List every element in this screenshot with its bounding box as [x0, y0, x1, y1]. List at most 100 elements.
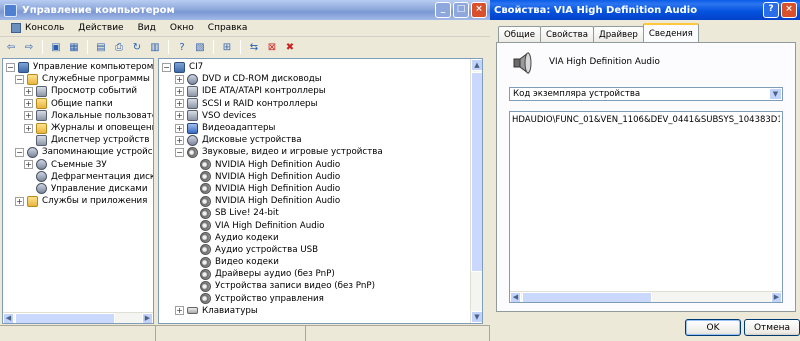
tree-node[interactable]: Аудио устройства USB	[159, 244, 482, 256]
collapse-icon[interactable]: −	[15, 74, 24, 84]
tab-driver[interactable]: Драйвер	[593, 26, 644, 42]
tree-node[interactable]: + Видеоадаптеры	[159, 122, 482, 134]
collapse-icon[interactable]: −	[175, 147, 184, 157]
expand-icon[interactable]: +	[175, 86, 184, 96]
tree-node[interactable]: Аудио кодеки	[159, 232, 482, 244]
maximize-button[interactable]: □	[453, 2, 469, 18]
scroll-down-icon[interactable]: ▼	[471, 311, 482, 323]
tree-node[interactable]: VIA High Definition Audio	[159, 219, 482, 232]
tree-node[interactable]: NVIDIA High Definition Audio	[159, 171, 482, 183]
tree-node[interactable]: − Управление компьютером (локаль	[3, 61, 153, 73]
expand-icon[interactable]: +	[24, 123, 33, 133]
cancel-button[interactable]: Отмена	[744, 319, 800, 336]
minimize-button[interactable]: _	[435, 2, 451, 18]
tree-node[interactable]: − CI7	[159, 61, 482, 73]
scroll-right-icon[interactable]: ▶	[142, 313, 153, 323]
tree-node[interactable]: + VSO devices	[159, 110, 482, 122]
expand-icon[interactable]: +	[175, 306, 184, 316]
expand-icon[interactable]: +	[175, 99, 184, 109]
device-manager-icon	[36, 134, 47, 146]
tree-node[interactable]: + IDE ATA/ATAPI контроллеры	[159, 85, 482, 97]
tab-details[interactable]: Сведения	[642, 23, 699, 42]
tree-node[interactable]: NVIDIA High Definition Audio	[159, 183, 482, 195]
expand-icon[interactable]: +	[24, 111, 33, 121]
back-icon[interactable]: ⇦	[4, 40, 18, 54]
scroll-left-icon[interactable]: ◀	[3, 313, 14, 323]
update-driver-icon[interactable]: ⇆	[247, 40, 261, 54]
tree-node[interactable]: NVIDIA High Definition Audio	[159, 195, 482, 207]
tree-node[interactable]: + Дисковые устройства	[159, 134, 482, 146]
scroll-right-icon[interactable]: ▶	[771, 292, 782, 302]
tab-properties[interactable]: Свойства	[540, 26, 595, 42]
tree-node[interactable]: SB Live! 24-bit	[159, 207, 482, 219]
right-vscrollbar[interactable]: ▲ ▼	[470, 59, 482, 323]
tree-node[interactable]: + Клавиатуры	[159, 305, 482, 317]
value-item[interactable]: HDAUDIO\FUNC_01&VEN_1106&DEV_0441&SUBSYS…	[512, 115, 780, 126]
refresh-icon[interactable]: ↻	[130, 40, 144, 54]
forward-icon[interactable]: ⇨	[22, 40, 36, 54]
collapse-icon[interactable]: −	[162, 62, 171, 72]
expand-icon[interactable]: +	[24, 86, 33, 96]
close-button[interactable]: ×	[471, 2, 487, 18]
properties-icon[interactable]: ▤	[94, 40, 108, 54]
tree-node[interactable]: + Просмотр событий	[3, 85, 153, 97]
expand-icon[interactable]: +	[175, 123, 184, 133]
menu-view[interactable]: Вид	[131, 23, 163, 33]
tree-node[interactable]: + DVD и CD-ROM дисководы	[159, 73, 482, 85]
tree-node[interactable]: + Службы и приложения	[3, 195, 153, 207]
help-icon[interactable]: ?	[175, 40, 189, 54]
menu-help[interactable]: Справка	[201, 23, 255, 33]
help-topic-icon[interactable]: ▧	[193, 40, 207, 54]
ok-button[interactable]: OK	[685, 319, 741, 336]
tree-node[interactable]: − Служебные программы	[3, 73, 153, 85]
expand-icon[interactable]: +	[24, 160, 33, 170]
scroll-up-icon[interactable]: ▲	[471, 59, 482, 71]
tree-node[interactable]: + Локальные пользователи	[3, 110, 153, 122]
menu-action[interactable]: Действие	[71, 23, 130, 33]
tree-node[interactable]: + Съемные ЗУ	[3, 159, 153, 171]
disable-device-icon[interactable]: ⊠	[265, 40, 279, 54]
tree-node[interactable]: Видео кодеки	[159, 256, 482, 268]
value-hscroll-thumb[interactable]	[522, 292, 652, 302]
tree-node[interactable]: − Запоминающие устройства	[3, 146, 153, 158]
export-icon[interactable]: ▥	[148, 40, 162, 54]
collapse-icon[interactable]: −	[15, 147, 24, 157]
value-list[interactable]: HDAUDIO\FUNC_01&VEN_1106&DEV_0441&SUBSYS…	[509, 111, 783, 303]
scan-hardware-icon[interactable]: ⊞	[220, 40, 234, 54]
value-hscrollbar[interactable]: ◀ ▶	[510, 291, 782, 302]
tab-general[interactable]: Общие	[498, 26, 542, 42]
right-vscroll-thumb[interactable]	[471, 72, 482, 272]
tree-node[interactable]: Управление дисками	[3, 183, 153, 195]
uninstall-device-icon[interactable]: ✖	[283, 40, 297, 54]
expand-icon[interactable]: +	[175, 111, 184, 121]
expand-icon[interactable]: +	[175, 74, 184, 84]
props-close-button[interactable]: ×	[781, 2, 797, 18]
props-titlebar[interactable]: Свойства: VIA High Definition Audio ? ×	[490, 0, 800, 20]
expand-icon[interactable]: +	[24, 99, 33, 109]
help-button[interactable]: ?	[763, 2, 779, 18]
tree-node[interactable]: Устройства записи видео (без PnP)	[159, 280, 482, 292]
menu-window[interactable]: Окно	[163, 23, 201, 33]
menu-console[interactable]: Консоль	[4, 23, 71, 33]
tree-node[interactable]: + Общие папки	[3, 98, 153, 110]
property-select[interactable]: Код экземпляра устройства ▼	[509, 87, 783, 101]
tree-node[interactable]: Диспетчер устройств	[3, 134, 153, 146]
tree-node[interactable]: NVIDIA High Definition Audio	[159, 159, 482, 171]
main-titlebar[interactable]: Управление компьютером _ □ ×	[0, 0, 490, 20]
left-hscroll-thumb[interactable]	[15, 313, 115, 323]
collapse-icon[interactable]: −	[6, 62, 15, 72]
scroll-left-icon[interactable]: ◀	[510, 292, 521, 302]
show-tree-icon[interactable]: ▦	[67, 40, 81, 54]
tree-node[interactable]: + Журналы и оповещения пр	[3, 122, 153, 134]
print-icon[interactable]: ⎙	[112, 40, 126, 54]
tree-node[interactable]: Дефрагментация диска	[3, 171, 153, 183]
expand-icon[interactable]: +	[175, 135, 184, 145]
up-icon[interactable]: ▣	[49, 40, 63, 54]
tree-node[interactable]: + SCSI и RAID контроллеры	[159, 98, 482, 110]
tree-node[interactable]: Драйверы аудио (без PnP)	[159, 268, 482, 280]
chevron-down-icon[interactable]: ▼	[769, 88, 782, 100]
tree-node[interactable]: − Звуковые, видео и игровые устройства	[159, 146, 482, 158]
expand-icon[interactable]: +	[15, 196, 24, 206]
left-hscrollbar[interactable]: ◀ ▶	[3, 312, 153, 323]
tree-node[interactable]: Устройство управления	[159, 293, 482, 305]
